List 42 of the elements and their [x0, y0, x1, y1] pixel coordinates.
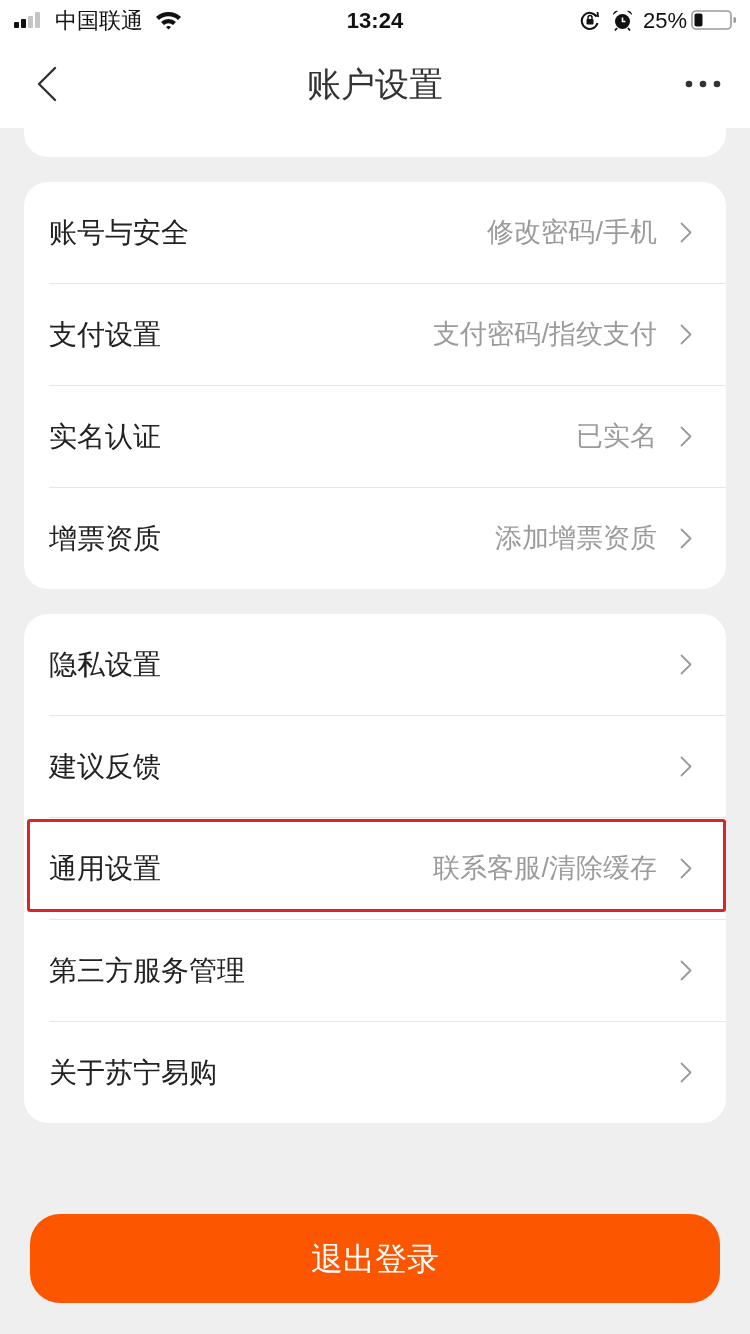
carrier-text: 中国联通: [55, 6, 143, 35]
alarm-clock-icon: [611, 9, 633, 31]
chevron-right-icon: [680, 324, 692, 345]
settings-row[interactable]: 通用设置 联系客服/清除缓存: [49, 817, 726, 919]
chevron-right-icon: [680, 858, 692, 879]
chevron-right-icon: [680, 426, 692, 447]
chevron-right-icon: [680, 654, 692, 675]
row-label: 建议反馈: [49, 749, 161, 784]
row-label: 实名认证: [49, 419, 161, 454]
page-title: 账户设置: [307, 63, 443, 105]
row-label: 账号与安全: [49, 215, 189, 250]
row-label: 关于苏宁易购: [49, 1055, 217, 1090]
row-label: 支付设置: [49, 317, 161, 352]
row-value: 修改密码/手机: [487, 216, 657, 250]
row-label: 增票资质: [49, 521, 161, 556]
time-text: 13:24: [346, 6, 404, 35]
row-value: 支付密码/指纹支付: [433, 318, 657, 352]
more-options-icon[interactable]: [685, 80, 721, 88]
row-value: 添加增票资质: [495, 522, 657, 556]
row-label: 通用设置: [49, 851, 161, 886]
settings-row[interactable]: 账号与安全 修改密码/手机: [49, 182, 726, 283]
settings-row[interactable]: 关于苏宁易购: [49, 1021, 726, 1123]
chevron-right-icon: [680, 1062, 692, 1083]
row-label: 隐私设置: [49, 647, 161, 682]
chevron-right-icon: [680, 528, 692, 549]
settings-row[interactable]: 第三方服务管理: [49, 919, 726, 1021]
orientation-lock-icon: [579, 10, 600, 30]
battery-icon: [691, 10, 736, 30]
wifi-icon: [155, 10, 182, 30]
signal-icon: [14, 12, 40, 28]
settings-row[interactable]: 隐私设置: [49, 614, 726, 715]
row-value: 已实名: [576, 420, 657, 454]
chevron-right-icon: [680, 222, 692, 243]
settings-row[interactable]: 增票资质 添加增票资质: [49, 487, 726, 589]
chevron-right-icon: [680, 960, 692, 981]
row-value: 联系客服/清除缓存: [433, 852, 657, 886]
settings-row[interactable]: 建议反馈: [49, 715, 726, 817]
battery-percent-text: 25%: [642, 6, 687, 35]
row-label: 第三方服务管理: [49, 953, 245, 988]
settings-row[interactable]: 实名认证 已实名: [49, 385, 726, 487]
chevron-right-icon: [680, 756, 692, 777]
settings-row[interactable]: 支付设置 支付密码/指纹支付: [49, 283, 726, 385]
